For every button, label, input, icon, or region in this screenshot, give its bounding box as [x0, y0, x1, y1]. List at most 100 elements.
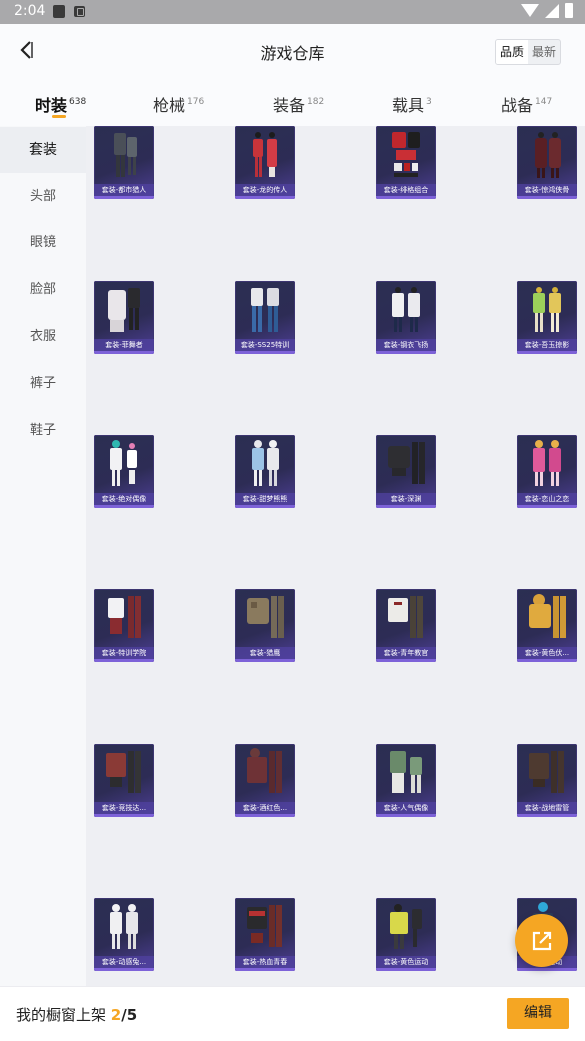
- item-caption: 套装-吾玉掠影: [517, 339, 577, 351]
- outfit-image: [247, 596, 284, 638]
- item-card[interactable]: 套装-都市猎人: [94, 126, 154, 199]
- tab-label: 装备: [273, 96, 306, 115]
- showcase-label: 我的橱窗上架: [16, 1006, 107, 1024]
- sidebar-item-glasses[interactable]: 眼镜: [0, 220, 86, 266]
- sidebar-item-shoes[interactable]: 鞋子: [0, 408, 86, 454]
- item-caption: 套装-人气偶像: [376, 802, 436, 814]
- item-caption: 套装-龙的传人: [235, 184, 295, 196]
- outfit-image: [251, 288, 279, 332]
- category-tabs: 时装 638 枪械 176 装备 182 载具 3 战备 147: [0, 80, 585, 124]
- sidebar-item-face[interactable]: 脸部: [0, 267, 86, 313]
- outfit-image: [110, 904, 138, 949]
- tab-label: 枪械: [153, 96, 186, 115]
- item-card[interactable]: 套装-惊鸿侠骨: [517, 126, 577, 199]
- item-card[interactable]: 套装-钢衣飞扬: [376, 281, 436, 354]
- item-card[interactable]: 套装-吾玉掠影: [517, 281, 577, 354]
- notification-icon: [53, 5, 65, 18]
- outfit-image: [533, 287, 561, 332]
- item-card[interactable]: 套装-酒红色...: [235, 744, 295, 817]
- outfit-image: [247, 748, 282, 793]
- item-caption: 套装-甜梦熊熊: [235, 493, 295, 505]
- item-card[interactable]: 套装-战地雷管: [517, 744, 577, 817]
- battery-icon: [565, 3, 573, 18]
- item-card[interactable]: 套装-热血青春: [235, 898, 295, 971]
- tab-label: 载具: [392, 96, 425, 115]
- item-caption: 套装-恋山之恋: [517, 493, 577, 505]
- item-caption: 套装-战地雷管: [517, 802, 577, 814]
- item-caption: 套装-热血青春: [235, 956, 295, 968]
- outfit-image: [533, 440, 561, 486]
- item-caption: 套装-特训学院: [94, 647, 154, 659]
- outfit-image: [114, 133, 137, 177]
- item-caption: 套装-黄色伏...: [517, 647, 577, 659]
- item-caption: 套装-惊鸿侠骨: [517, 184, 577, 196]
- tab-label: 战备: [501, 96, 534, 115]
- outfit-image: [106, 751, 141, 793]
- tab-count: 3: [426, 97, 432, 107]
- item-caption: 套装-都市猎人: [94, 184, 154, 196]
- notification-app-icon: [74, 6, 85, 17]
- outfit-image: [108, 288, 140, 332]
- sidebar-item-pants[interactable]: 裤子: [0, 361, 86, 407]
- item-card[interactable]: 套装-绯格组合: [376, 126, 436, 199]
- item-card[interactable]: 套装-深渊: [376, 435, 436, 508]
- share-button[interactable]: [515, 914, 568, 967]
- item-caption: 套装-酒红色...: [235, 802, 295, 814]
- item-card[interactable]: 套装-竞技达...: [94, 744, 154, 817]
- item-card[interactable]: 套装-动感兔...: [94, 898, 154, 971]
- item-caption: 套装-青年教官: [376, 647, 436, 659]
- outfit-image: [529, 594, 566, 638]
- item-card[interactable]: 套装-龙的传人: [235, 126, 295, 199]
- share-icon: [532, 931, 551, 950]
- edit-button[interactable]: 编辑: [507, 998, 569, 1029]
- sort-toggle: 品质 最新: [494, 39, 561, 65]
- outfit-image: [388, 596, 423, 638]
- showcase-total-count: 5: [126, 1006, 138, 1024]
- sort-newest-button[interactable]: 最新: [528, 40, 560, 64]
- outfit-image: [390, 751, 422, 793]
- item-caption: 套装-黄色运动: [376, 956, 436, 968]
- tab-firearms[interactable]: 枪械 176: [153, 92, 204, 116]
- outfit-image: [529, 751, 564, 793]
- item-card[interactable]: 套装-菲舞者: [94, 281, 154, 354]
- outfit-image: [392, 287, 420, 332]
- tab-supplies[interactable]: 战备 147: [501, 92, 552, 116]
- item-card[interactable]: 套装-猎鹰: [235, 589, 295, 662]
- item-caption: 套装-深渊: [376, 493, 436, 505]
- item-card[interactable]: 套装-青年教官: [376, 589, 436, 662]
- signal-icon: [545, 4, 559, 18]
- item-card[interactable]: 套装-黄色运动: [376, 898, 436, 971]
- tab-label: 时装: [35, 96, 68, 115]
- item-card[interactable]: 套装-黄色伏...: [517, 589, 577, 662]
- item-card[interactable]: 套装-绝对偶像: [94, 435, 154, 508]
- tab-count: 147: [535, 97, 553, 107]
- item-card[interactable]: 套装-SS25特训: [235, 281, 295, 354]
- tab-count: 638: [69, 97, 87, 107]
- app-header: 游戏仓库 品质 最新: [0, 24, 585, 80]
- item-caption: 套装-钢衣飞扬: [376, 339, 436, 351]
- item-card[interactable]: 套装-恋山之恋: [517, 435, 577, 508]
- sort-quality-button[interactable]: 品质: [495, 40, 528, 64]
- item-card[interactable]: 套装-人气偶像: [376, 744, 436, 817]
- item-caption: 套装-菲舞者: [94, 339, 154, 351]
- sidebar-item-head[interactable]: 头部: [0, 174, 86, 220]
- sidebar-item-suit[interactable]: 套装: [0, 127, 86, 173]
- item-caption: 套装-SS25特训: [235, 339, 295, 351]
- tab-equipment[interactable]: 装备 182: [273, 92, 324, 116]
- item-grid: 套装-都市猎人 套装-龙的传人 套装-绯格组合 套装-惊鸿侠骨 套装-菲舞者 套…: [86, 126, 585, 986]
- tab-fashion[interactable]: 时装 638: [35, 92, 86, 116]
- item-card[interactable]: 套装-特训学院: [94, 589, 154, 662]
- outfit-image: [388, 442, 425, 484]
- item-caption: 套装-绯格组合: [376, 184, 436, 196]
- active-tab-indicator: [52, 115, 66, 118]
- status-time: 2:04: [14, 3, 46, 19]
- outfit-image: [253, 132, 277, 177]
- sidebar-item-clothes[interactable]: 衣服: [0, 314, 86, 360]
- tab-vehicles[interactable]: 载具 3: [392, 92, 432, 116]
- item-card[interactable]: 套装-甜梦熊熊: [235, 435, 295, 508]
- tab-count: 182: [307, 97, 325, 107]
- outfit-image: [247, 905, 282, 947]
- subcategory-sidebar: 套装 头部 眼镜 脸部 衣服 裤子 鞋子: [0, 126, 86, 986]
- item-caption: 套装-猎鹰: [235, 647, 295, 659]
- item-caption: 套装-竞技达...: [94, 802, 154, 814]
